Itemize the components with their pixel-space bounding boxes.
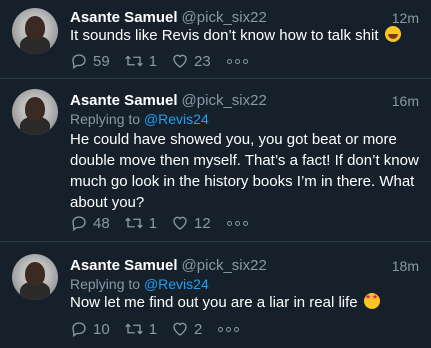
author-handle[interactable]: @pick_six22: [182, 257, 267, 274]
retweet-icon: [124, 217, 143, 229]
reply-button[interactable]: 59: [70, 52, 110, 70]
like-count: 12: [194, 214, 211, 232]
retweet-icon: [124, 55, 143, 67]
tweet[interactable]: Asante Samuel @pick_six22 18m Replying to…: [0, 242, 431, 348]
tweet-time[interactable]: 18m: [392, 256, 419, 276]
replying-to: Replying to @Revis24: [70, 275, 209, 293]
retweet-button[interactable]: 1: [124, 214, 157, 232]
tweet-body: He could have showed you, you got beat o…: [70, 131, 419, 211]
reply-button[interactable]: 48: [70, 214, 110, 232]
tweet-body: It sounds like Revis don’t know how to t…: [70, 27, 379, 44]
mention-link[interactable]: @Revis24: [144, 276, 209, 292]
tweet-text: Now let me find out you are a liar in re…: [70, 292, 419, 313]
tweet-header: Asante Samuel @pick_six22 16m: [70, 91, 419, 111]
tweet-text: He could have showed you, you got beat o…: [70, 129, 419, 213]
reply-button[interactable]: 10: [70, 320, 110, 338]
retweet-count: 1: [148, 52, 158, 70]
like-button[interactable]: 23: [171, 52, 211, 70]
reply-icon: [72, 216, 86, 232]
tweet-body: Now let me find out you are a liar in re…: [70, 294, 358, 311]
like-icon: [173, 216, 187, 230]
retweet-icon: [124, 323, 143, 335]
author-name[interactable]: Asante Samuel: [70, 92, 178, 109]
like-count: 23: [194, 52, 211, 70]
author-name[interactable]: Asante Samuel: [70, 9, 178, 26]
avatar[interactable]: [12, 254, 58, 300]
reply-icon: [72, 54, 86, 70]
avatar-face: [25, 97, 45, 121]
like-icon: [173, 322, 187, 336]
mention-link[interactable]: @Revis24: [144, 111, 209, 127]
tweet-time[interactable]: 16m: [392, 91, 419, 111]
reply-count: 48: [93, 214, 110, 232]
tweet-actions: 48 1 12: [70, 213, 248, 233]
more-icon[interactable]: [226, 220, 248, 226]
like-icon: [173, 54, 187, 68]
reply-count: 10: [93, 320, 110, 338]
retweet-count: 1: [148, 320, 158, 338]
like-button[interactable]: 12: [171, 214, 211, 232]
tweet-header: Asante Samuel @pick_six22 18m: [70, 256, 419, 276]
replying-prefix: Replying to: [70, 111, 141, 127]
like-count: 2: [194, 320, 203, 338]
more-icon[interactable]: [218, 326, 240, 332]
replying-prefix: Replying to: [70, 276, 141, 292]
tweet[interactable]: Asante Samuel @pick_six22 16m Replying to…: [0, 79, 431, 241]
retweet-button[interactable]: 1: [124, 52, 157, 70]
rolling-on-floor-laughing-emoji: [384, 26, 401, 42]
tweet-text: It sounds like Revis don’t know how to t…: [70, 25, 419, 46]
tweet[interactable]: Asante Samuel @pick_six22 12m It sounds l…: [0, 0, 431, 78]
star-struck-emoji: [363, 293, 380, 309]
retweet-button[interactable]: 1: [124, 320, 157, 338]
like-button[interactable]: 2: [171, 320, 202, 338]
reply-icon: [72, 322, 86, 338]
reply-count: 59: [93, 52, 110, 70]
avatar[interactable]: [12, 8, 58, 54]
author-handle[interactable]: @pick_six22: [182, 9, 267, 26]
more-icon[interactable]: [226, 58, 248, 64]
author-name[interactable]: Asante Samuel: [70, 257, 178, 274]
tweet-actions: 10 1 2: [70, 319, 240, 339]
retweet-count: 1: [148, 214, 158, 232]
tweet-actions: 59 1 23: [70, 51, 248, 71]
replying-to: Replying to @Revis24: [70, 110, 209, 128]
avatar-face: [25, 16, 45, 40]
avatar-face: [25, 262, 45, 286]
avatar[interactable]: [12, 89, 58, 135]
author-handle[interactable]: @pick_six22: [182, 92, 267, 109]
